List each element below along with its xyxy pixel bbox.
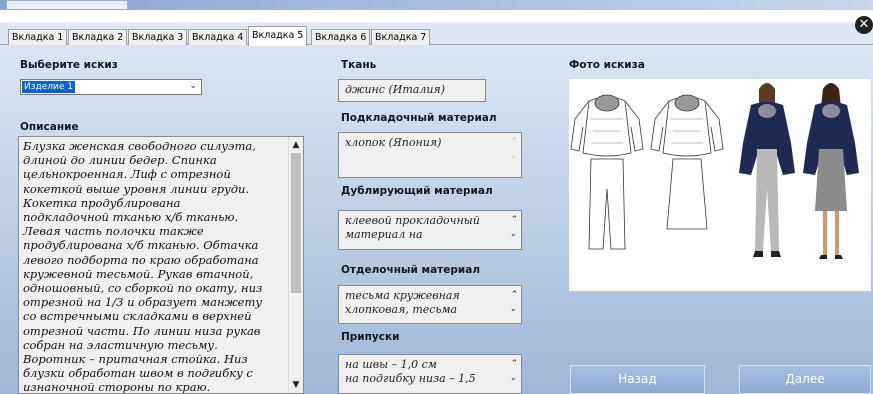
back-button[interactable]: Назад [570,365,705,394]
finishing-scrollbar[interactable]: ⌃ ⌄ [507,288,519,316]
finishing-label: Отделочный материал [341,264,481,276]
tab-1[interactable]: Вкладка 1 [8,29,68,45]
interlining-label: Дублирующий материал [341,185,493,197]
top-strip [0,0,873,10]
description-scrollbar[interactable]: ▲ ▼ [288,137,303,393]
lining-value: хлопок (Япония) [345,136,442,149]
lining-field[interactable]: хлопок (Япония) ⌃ ⌄ [338,132,522,178]
next-button[interactable]: Далее [739,365,871,394]
tab-bar: Вкладка 1 Вкладка 2 Вкладка 3 Вкладка 4 … [0,26,873,46]
sketch-illustration [570,83,859,259]
sketch-photo [569,79,871,291]
tab-4[interactable]: Вкладка 4 [188,29,248,45]
tab-3[interactable]: Вкладка 3 [128,29,188,45]
blouse-flat-back [650,94,724,157]
description-label: Описание [20,121,79,133]
close-icon[interactable]: ✕ [855,16,873,34]
fabric-label: Ткань [341,59,377,71]
tab-5[interactable]: Вкладка 5 [248,26,308,46]
tab-6[interactable]: Вкладка 6 [311,29,371,45]
sketch-label: Выберите искиз [20,59,118,71]
scroll-up-icon[interactable]: ▲ [289,139,303,151]
interlining-field[interactable]: клеевой прокладочный материал на ⌃ ⌄ [338,210,522,250]
finishing-field[interactable]: тесьма кружевная хлопковая, тесьма ⌃ ⌄ [338,285,522,324]
lining-scrollbar[interactable]: ⌃ ⌄ [507,135,519,163]
photo-label: Фото искиза [569,59,645,71]
finishing-value: тесьма кружевная хлопковая, тесьма [345,289,460,316]
tab-2[interactable]: Вкладка 2 [68,29,128,45]
allowances-label: Припуски [341,331,400,343]
sketch-select[interactable]: Изделие 1 ⌄ [20,79,202,95]
skirt-flat [666,158,708,230]
allowances-field[interactable]: на швы – 1,0 см на подгибку низа – 1,5 ⌃… [338,354,522,394]
interlining-value: клеевой прокладочный материал на [345,214,480,241]
scroll-down-icon[interactable]: ▼ [289,379,303,391]
fabric-field[interactable]: джинс (Италия) [338,79,486,102]
model-figure-1 [739,83,795,257]
sketch-select-value: Изделие 1 [22,81,76,93]
trousers-flat [588,158,626,250]
description-text: Блузка женская свободного силуэта, длино… [23,139,263,394]
allowances-scrollbar[interactable]: ⌃ ⌄ [507,357,519,385]
model-figure-2 [803,83,859,259]
interlining-scrollbar[interactable]: ⌃ ⌄ [507,213,519,241]
lining-label: Подкладочный материал [341,112,497,124]
document-thumbnail [6,0,128,10]
blouse-flat-front [570,94,644,157]
scroll-thumb[interactable] [291,153,301,293]
fabric-value: джинс (Италия) [345,83,445,96]
allowances-value: на швы – 1,0 см на подгибку низа – 1,5 [345,358,476,385]
chevron-down-icon[interactable]: ⌄ [189,80,197,93]
description-textbox[interactable]: Блузка женская свободного силуэта, длино… [18,136,304,394]
tab-7[interactable]: Вкладка 7 [371,29,431,45]
